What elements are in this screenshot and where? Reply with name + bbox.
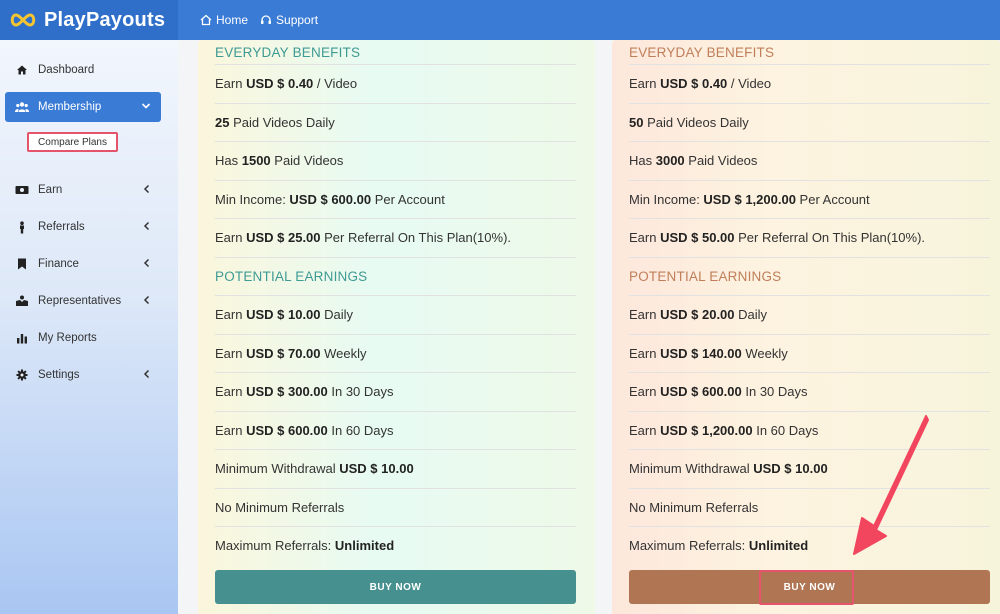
earning-row: Maximum Referrals: Unlimited (629, 526, 990, 565)
plan-card-body: EVERYDAY BENEFITS Earn USD $ 0.40 / Vide… (215, 40, 576, 565)
sidebar-item-label: Finance (38, 258, 79, 270)
benefit-row: Earn USD $ 50.00 Per Referral On This Pl… (629, 218, 990, 257)
sidebar-item-referrals[interactable]: Referrals (0, 212, 178, 242)
chevron-left-icon (143, 221, 150, 231)
potential-earnings-title: POTENTIAL EARNINGS (629, 256, 990, 296)
benefit-row: Earn USD $ 0.40 / Video (215, 64, 576, 103)
sidebar-item-label: Settings (38, 369, 80, 381)
sidebar-item-my-reports[interactable]: My Reports (0, 323, 178, 353)
earning-row: Earn USD $ 600.00 In 30 Days (629, 372, 990, 411)
benefit-row: Earn USD $ 0.40 / Video (629, 64, 990, 103)
money-icon (15, 183, 29, 197)
earning-row: Earn USD $ 600.00 In 60 Days (215, 410, 576, 450)
handshake-icon (15, 294, 29, 308)
brand[interactable]: PlayPayouts (0, 0, 178, 40)
nav-home-label: Home (216, 13, 249, 27)
home-icon (15, 63, 29, 77)
earning-row: Earn USD $ 10.00 Daily (215, 295, 576, 334)
buy-now-button[interactable]: BUY NOW (629, 570, 990, 604)
brand-name: PlayPayouts (44, 8, 166, 31)
sidebar-subitem-compare-plans[interactable]: Compare Plans (27, 132, 118, 152)
benefit-row: Earn USD $ 25.00 Per Referral On This Pl… (215, 218, 576, 257)
earning-row: No Minimum Referrals (215, 487, 576, 527)
users-icon (15, 100, 29, 114)
bookmark-icon (15, 257, 29, 271)
buy-now-button[interactable]: BUY NOW (215, 570, 576, 604)
nav-home[interactable]: Home (200, 13, 248, 27)
benefit-row: Min Income: USD $ 1,200.00 Per Account (629, 179, 990, 219)
chevron-down-icon (141, 103, 151, 109)
sidebar-item-representatives[interactable]: Representatives (0, 286, 178, 316)
top-bar: PlayPayouts Home Support (0, 0, 1000, 40)
sidebar-item-earn[interactable]: Earn (0, 175, 178, 205)
sidebar: Dashboard Membership Compare Plans Earn … (0, 40, 178, 614)
chevron-left-icon (143, 295, 150, 305)
infinity-logo-icon (10, 13, 36, 27)
chevron-left-icon (143, 369, 150, 379)
earning-row: Minimum Withdrawal USD $ 10.00 (215, 449, 576, 488)
sidebar-item-finance[interactable]: Finance (0, 249, 178, 279)
nav-support-label: Support (276, 13, 319, 27)
plan-card-right: EVERYDAY BENEFITS Earn USD $ 0.40 / Vide… (612, 40, 1000, 614)
chevron-left-icon (143, 184, 150, 194)
benefit-row: 25 Paid Videos Daily (215, 102, 576, 142)
earning-row: Earn USD $ 70.00 Weekly (215, 333, 576, 373)
earning-row: Maximum Referrals: Unlimited (215, 526, 576, 565)
sidebar-item-label: Membership (38, 101, 102, 113)
earning-row: Earn USD $ 20.00 Daily (629, 295, 990, 334)
plan-card-left: EVERYDAY BENEFITS Earn USD $ 0.40 / Vide… (198, 40, 595, 614)
everyday-benefits-title: EVERYDAY BENEFITS (215, 44, 361, 60)
plan-card-body: EVERYDAY BENEFITS Earn USD $ 0.40 / Vide… (629, 40, 990, 565)
sidebar-item-label: Earn (38, 184, 63, 196)
chevron-left-icon (143, 258, 150, 268)
earning-row: Earn USD $ 300.00 In 30 Days (215, 372, 576, 411)
earning-row: No Minimum Referrals (629, 487, 990, 527)
everyday-benefits-title: EVERYDAY BENEFITS (629, 44, 775, 60)
sidebar-item-label: Referrals (38, 221, 85, 233)
headset-icon (261, 15, 272, 24)
sidebar-item-label: Representatives (38, 295, 122, 307)
sidebar-item-settings[interactable]: Settings (0, 360, 178, 390)
home-icon (200, 14, 212, 26)
chart-icon (15, 331, 29, 345)
sidebar-item-label: Dashboard (38, 64, 95, 76)
sidebar-item-label: My Reports (38, 332, 97, 344)
earning-row: Earn USD $ 1,200.00 In 60 Days (629, 410, 990, 450)
benefit-row: 50 Paid Videos Daily (629, 102, 990, 142)
gear-icon (15, 368, 29, 382)
earning-row: Minimum Withdrawal USD $ 10.00 (629, 449, 990, 488)
benefit-row: Has 3000 Paid Videos (629, 141, 990, 180)
top-nav: Home Support (200, 13, 330, 27)
sidebar-item-dashboard[interactable]: Dashboard (0, 55, 178, 85)
benefit-row: Min Income: USD $ 600.00 Per Account (215, 179, 576, 219)
sidebar-item-membership[interactable]: Membership (5, 92, 161, 122)
earning-row: Earn USD $ 140.00 Weekly (629, 333, 990, 373)
nav-support[interactable]: Support (260, 13, 318, 27)
benefit-row: Has 1500 Paid Videos (215, 141, 576, 180)
person-icon (15, 220, 29, 234)
potential-earnings-title: POTENTIAL EARNINGS (215, 256, 576, 296)
